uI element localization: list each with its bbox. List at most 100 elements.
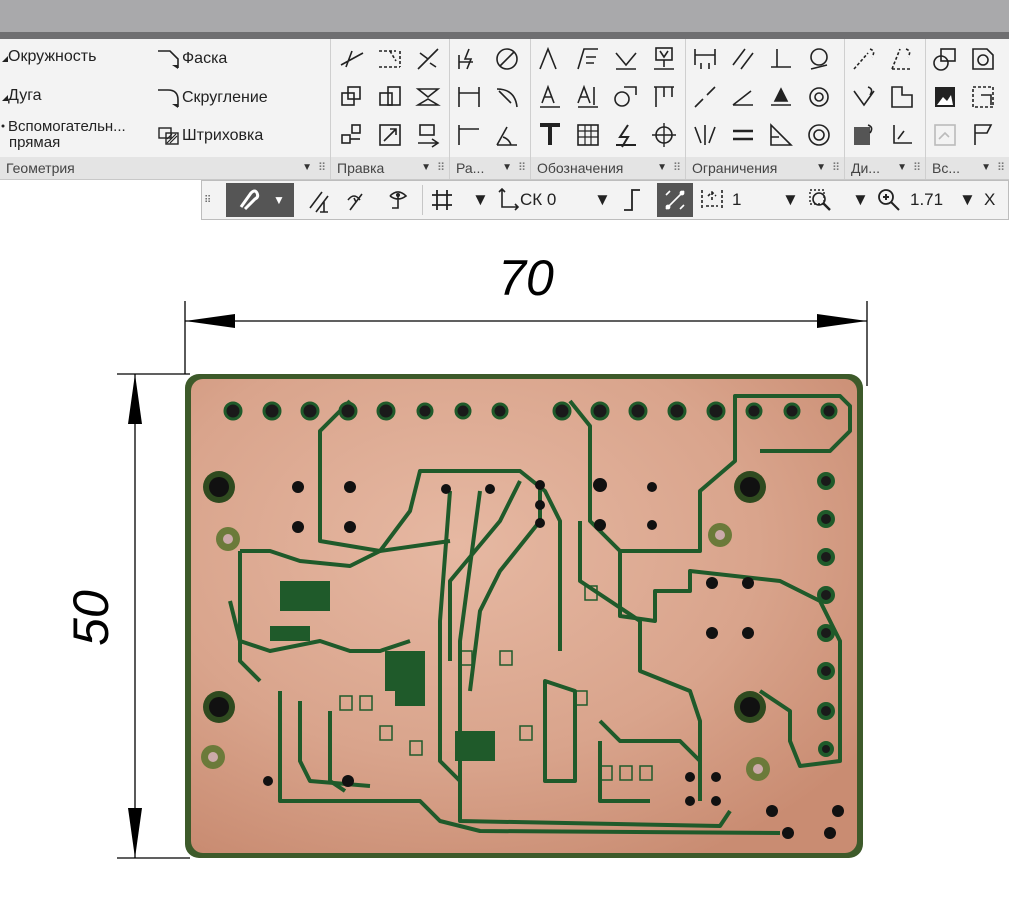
grid-dropdown-chevron-icon[interactable]: ▼ [472, 184, 489, 216]
baseline-dimension-icon[interactable] [452, 118, 486, 152]
edit-title-text: Правка [337, 160, 385, 176]
width-dimension-value: 70 [498, 250, 554, 306]
drawing-sheet: 70 50 [63, 250, 868, 859]
concentric-icon[interactable] [802, 80, 836, 114]
drawing-canvas[interactable]: 70 50 [0, 221, 1009, 898]
leader-icon[interactable] [533, 42, 567, 76]
dimensions-group-title[interactable]: Ра... ▼ ⠿ [450, 157, 530, 179]
diagnostics-title-text: Ди... [851, 160, 880, 176]
symmetry-icon[interactable] [688, 118, 722, 152]
coordinates-check-icon[interactable] [885, 118, 919, 152]
collinear-icon[interactable] [688, 80, 722, 114]
snap-toggle-button[interactable]: ▼ [226, 183, 294, 217]
aux-line-command[interactable]: Вспомогательн... прямая [0, 119, 126, 151]
round-icon[interactable] [618, 184, 646, 216]
horizontal-constraint-icon[interactable] [764, 118, 798, 152]
weld-icon[interactable] [609, 118, 643, 152]
insert-fragment-icon[interactable] [966, 42, 1000, 76]
group-geometry: Окружность Фаска Дуга Скругление Вспомог… [0, 39, 331, 179]
insert-view-icon[interactable] [928, 42, 962, 76]
show-objects-icon[interactable] [344, 184, 372, 216]
view-arrow-icon[interactable] [647, 80, 681, 114]
diameter-dimension-icon[interactable] [490, 42, 524, 76]
angle-check-icon[interactable] [885, 42, 919, 76]
base-icon[interactable] [609, 42, 643, 76]
chamfer-command[interactable]: Фаска [156, 48, 227, 70]
scale-icon[interactable] [373, 118, 407, 152]
angle-constraint-icon[interactable] [726, 80, 760, 114]
height-dimension[interactable]: 50 [63, 373, 190, 859]
table-icon[interactable] [571, 118, 605, 152]
copy-icon[interactable] [335, 80, 369, 114]
trim-icon[interactable] [335, 42, 369, 76]
width-dimension[interactable]: 70 [184, 250, 868, 386]
title-band [0, 32, 1009, 39]
mass-check-icon[interactable] [847, 118, 881, 152]
fillet-label: Скругление [182, 89, 268, 107]
edit-group-title[interactable]: Правка ▼ ⠿ [331, 157, 449, 179]
show-constraints-icon[interactable] [384, 184, 412, 216]
group-annotations: Обозначения ▼ ⠿ [531, 39, 686, 179]
grip-icon: ⠿ [317, 162, 326, 174]
hatch-command[interactable]: Штриховка [156, 125, 263, 147]
mirror-icon[interactable] [411, 80, 445, 114]
break-icon[interactable] [411, 42, 445, 76]
step-dropdown-chevron-icon[interactable]: ▼ [782, 184, 799, 216]
circle-command[interactable]: Окружность [0, 48, 96, 66]
grid-icon[interactable] [428, 184, 456, 216]
chamfer-label: Фаска [182, 50, 228, 68]
annotations-group-title[interactable]: Обозначения ▼ ⠿ [531, 157, 685, 179]
equal-icon[interactable] [726, 118, 760, 152]
extend-icon[interactable] [373, 42, 407, 76]
zoom-window-icon[interactable] [806, 184, 834, 216]
coordinate-system-select[interactable]: СК 0 [496, 184, 556, 216]
array-icon[interactable] [335, 118, 369, 152]
zoom-select[interactable]: 1.71 [876, 184, 943, 216]
group-insert: Вс... ▼ ⠿ [926, 39, 1009, 179]
position-icon[interactable] [647, 42, 681, 76]
insert-image-icon[interactable] [928, 80, 962, 114]
angular-dimension-icon[interactable] [490, 118, 524, 152]
big-text-icon[interactable] [533, 118, 567, 152]
distance-check-icon[interactable] [847, 42, 881, 76]
magnet-icon [239, 189, 260, 211]
parallel-icon[interactable] [726, 42, 760, 76]
group-dimensions: Ра... ▼ ⠿ [450, 39, 531, 179]
step-value: 1 [732, 190, 742, 209]
insert-group-title[interactable]: Вс... ▼ ⠿ [926, 157, 1009, 179]
auto-dimension-icon[interactable] [452, 42, 486, 76]
linear-dimension-icon[interactable] [452, 80, 486, 114]
length-check-icon[interactable] [847, 80, 881, 114]
coincident-icon[interactable] [802, 118, 836, 152]
fix-point-icon[interactable] [764, 80, 798, 114]
area-check-icon[interactable] [885, 80, 919, 114]
chevron-down-icon: ▼ [502, 162, 512, 173]
arc-command[interactable]: Дуга [0, 87, 42, 105]
group-edit: Правка ▼ ⠿ [331, 39, 450, 179]
roughness-icon[interactable] [571, 42, 605, 76]
ortho-icon[interactable] [306, 184, 334, 216]
cs-dropdown-chevron-icon[interactable]: ▼ [594, 184, 611, 216]
window-title-bar [0, 0, 1009, 32]
tangent-icon[interactable] [802, 42, 836, 76]
text-icon[interactable] [533, 80, 567, 114]
insert-link-icon[interactable] [928, 118, 962, 152]
constraints-group-title[interactable]: Ограничения ▼ ⠿ [686, 157, 844, 179]
diagnostics-group-title[interactable]: Ди... ▼ ⠿ [845, 157, 925, 179]
move-icon[interactable] [373, 80, 407, 114]
inscription-icon[interactable] [571, 80, 605, 114]
geometry-group-title[interactable]: Геометрия ▼ ⠿ [0, 157, 330, 179]
cut-line-icon[interactable] [609, 80, 643, 114]
parametric-mode-button[interactable] [657, 183, 693, 217]
step-select[interactable]: 1 [698, 184, 741, 216]
fillet-command[interactable]: Скругление [156, 87, 268, 109]
deform-icon[interactable] [411, 118, 445, 152]
zoom-dropdown-chevron-icon[interactable]: ▼ [852, 184, 869, 216]
zoom-value-dropdown-chevron-icon[interactable]: ▼ [959, 184, 976, 216]
constraint-dimension-icon[interactable] [688, 42, 722, 76]
perpendicular-icon[interactable] [764, 42, 798, 76]
insert-object-icon[interactable] [966, 80, 1000, 114]
insert-flag-icon[interactable] [966, 118, 1000, 152]
radius-dimension-icon[interactable] [490, 80, 524, 114]
center-mark-icon[interactable] [647, 118, 681, 152]
